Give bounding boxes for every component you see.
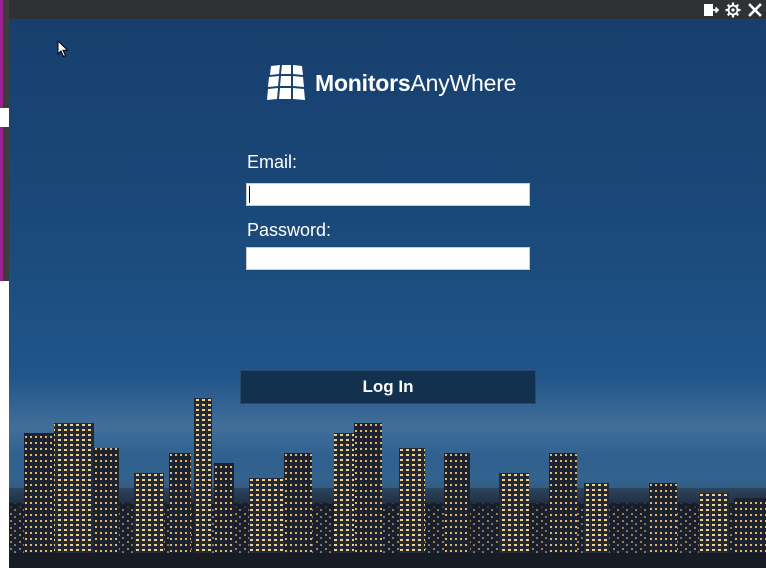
brand-name: MonitorsAnyWhere bbox=[315, 70, 516, 97]
login-button[interactable]: Log In bbox=[240, 370, 536, 404]
mouse-cursor-icon bbox=[57, 40, 69, 58]
text-caret bbox=[249, 186, 250, 203]
background-window-segment bbox=[0, 127, 9, 281]
grid-logo-icon bbox=[267, 65, 305, 100]
gear-icon[interactable] bbox=[724, 1, 742, 19]
brand-name-bold: Monitors bbox=[315, 69, 411, 96]
brand-logo: MonitorsAnyWhere bbox=[265, 61, 516, 105]
city-background: MonitorsAnyWhere Email: Password: Log In bbox=[9, 19, 766, 568]
logout-icon[interactable] bbox=[702, 1, 720, 19]
password-label: Password: bbox=[247, 220, 332, 240]
title-controls bbox=[702, 0, 764, 19]
password-field[interactable] bbox=[246, 247, 530, 270]
title-bar bbox=[9, 0, 766, 19]
city-skyline-image bbox=[9, 398, 766, 568]
email-field[interactable] bbox=[246, 183, 530, 206]
close-icon[interactable] bbox=[746, 1, 764, 19]
email-label: Email: bbox=[247, 152, 298, 172]
app-window: MonitorsAnyWhere Email: Password: Log In bbox=[9, 0, 766, 568]
background-window-edge bbox=[0, 0, 9, 568]
background-window-segment bbox=[0, 0, 9, 108]
brand-name-light: AnyWhere bbox=[410, 69, 517, 96]
